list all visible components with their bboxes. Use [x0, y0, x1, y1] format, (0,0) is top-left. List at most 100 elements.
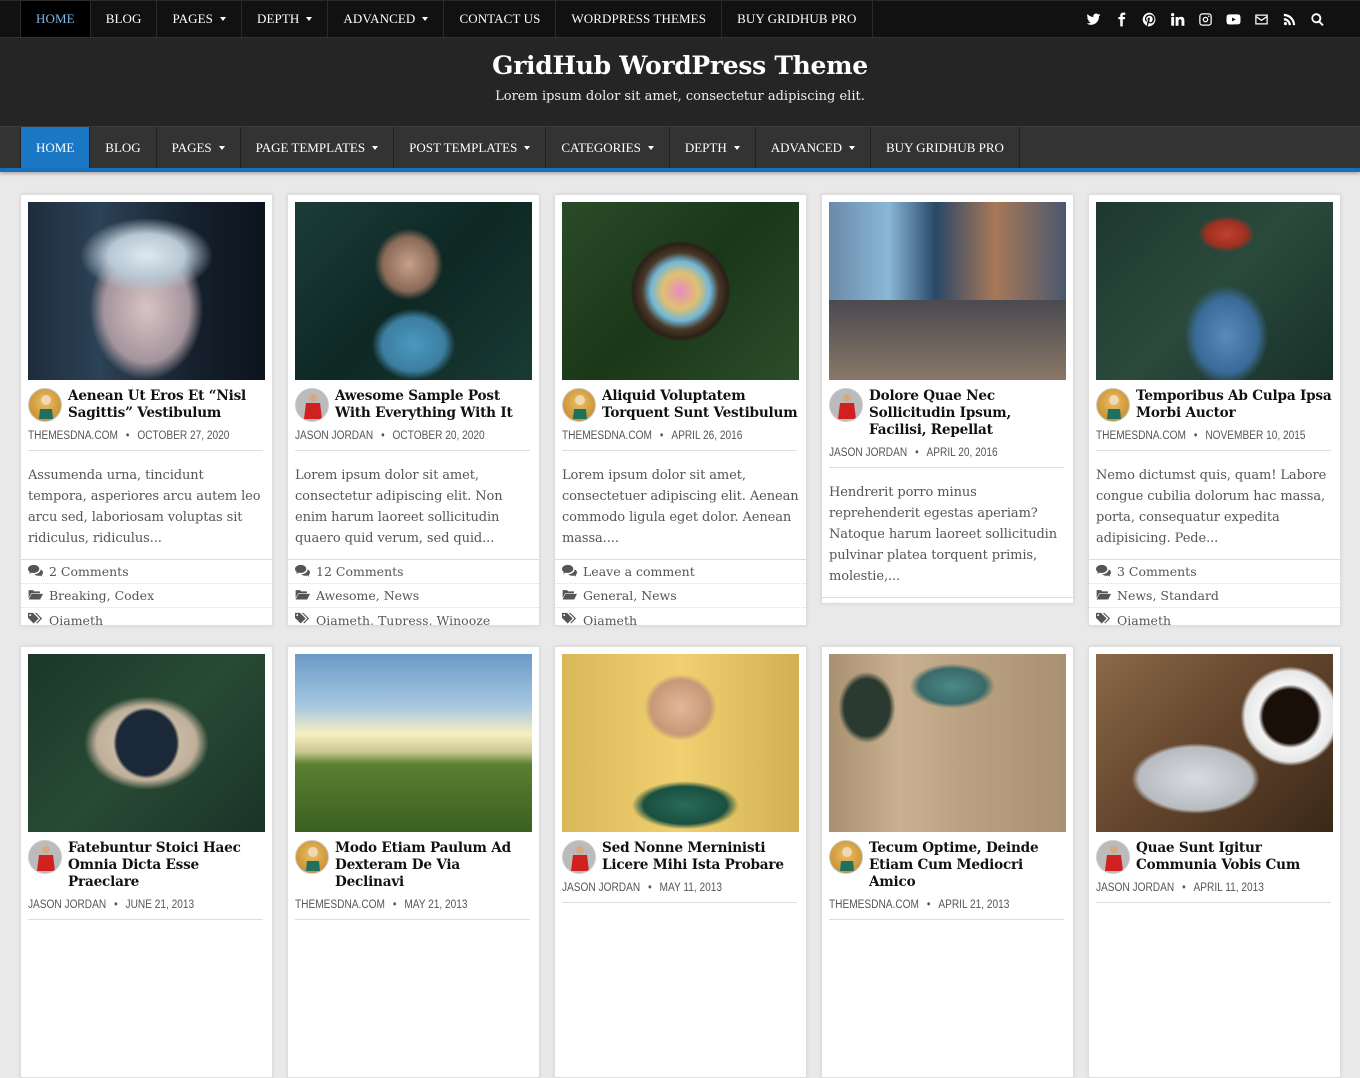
comments-link[interactable]: Leave a comment: [850, 602, 962, 603]
post-date[interactable]: OCTOBER 20, 2020: [393, 430, 485, 442]
main-nav-item-page-templates[interactable]: PAGE TEMPLATES: [241, 127, 395, 168]
tags-links[interactable]: Qiameth, Tupress, Winooze: [316, 613, 490, 626]
top-nav-item-buy-gridhub-pro[interactable]: BUY GRIDHUB PRO: [722, 1, 873, 37]
post-date[interactable]: APRIL 26, 2016: [671, 430, 742, 442]
post-author[interactable]: THEMESDNA.COM: [28, 430, 118, 442]
comments-link[interactable]: Leave a comment: [583, 564, 695, 579]
categories-links[interactable]: Awesome, News: [316, 588, 419, 603]
author-avatar[interactable]: [295, 388, 329, 422]
post-thumbnail[interactable]: [562, 202, 799, 380]
author-avatar[interactable]: [1096, 388, 1130, 422]
caret-down-icon: [218, 145, 225, 150]
tags-icon: [28, 612, 43, 625]
post-title[interactable]: Aenean Ut Eros Et “Nisl Sagittis” Vestib…: [68, 388, 265, 422]
main-nav-item-categories[interactable]: CATEGORIES: [546, 127, 670, 168]
comments-link[interactable]: 2 Comments: [49, 564, 129, 579]
post-date[interactable]: APRIL 21, 2013: [938, 899, 1009, 911]
post-date[interactable]: MAY 21, 2013: [404, 899, 467, 911]
categories-links[interactable]: General, News: [583, 588, 677, 603]
post-date[interactable]: NOVEMBER 10, 2015: [1205, 430, 1305, 442]
youtube-icon[interactable]: [1224, 10, 1242, 28]
post-author[interactable]: JASON JORDAN: [295, 430, 373, 442]
tags-links[interactable]: Qiameth: [583, 613, 637, 626]
linkedin-icon[interactable]: [1168, 10, 1186, 28]
main-nav-item-pages[interactable]: PAGES: [157, 127, 241, 168]
post-author[interactable]: JASON JORDAN: [829, 447, 907, 459]
facebook-icon[interactable]: [1112, 10, 1130, 28]
tags-icon: [295, 612, 310, 625]
top-nav-item-depth[interactable]: DEPTH: [242, 1, 329, 37]
top-nav-item-blog[interactable]: BLOG: [91, 1, 158, 37]
rss-icon[interactable]: [1280, 10, 1298, 28]
post-title[interactable]: Modo Etiam Paulum Ad Dexteram De Via Dec…: [335, 840, 532, 891]
author-avatar[interactable]: [562, 388, 596, 422]
post-title[interactable]: Dolore Quae Nec Sollicitudin Ipsum, Faci…: [869, 388, 1066, 439]
author-avatar[interactable]: [28, 388, 62, 422]
main-nav-item-blog[interactable]: BLOG: [90, 127, 157, 168]
pinterest-icon[interactable]: [1140, 10, 1158, 28]
main-nav-item-home[interactable]: HOME: [21, 127, 91, 168]
post-title[interactable]: Temporibus Ab Culpa Ipsa Morbi Auctor: [1136, 388, 1333, 422]
search-icon[interactable]: [1308, 10, 1326, 28]
post-date[interactable]: OCTOBER 27, 2020: [137, 430, 229, 442]
author-avatar[interactable]: [829, 840, 863, 874]
tags-links[interactable]: Qiameth: [49, 613, 103, 626]
post-title[interactable]: Tecum Optime, Deinde Etiam Cum Mediocri …: [869, 840, 1066, 891]
main-nav-item-post-templates[interactable]: POST TEMPLATES: [394, 127, 547, 168]
top-nav-item-pages[interactable]: PAGES: [157, 1, 242, 37]
main-nav-item-depth[interactable]: DEPTH: [670, 127, 756, 168]
top-nav-item-advanced[interactable]: ADVANCED: [328, 1, 445, 37]
post-meta: THEMESDNA.COM • APRIL 26, 2016: [562, 430, 797, 451]
post-thumbnail[interactable]: [28, 202, 265, 380]
author-avatar[interactable]: [1096, 840, 1130, 874]
tags-links[interactable]: Qiameth: [1117, 613, 1171, 626]
post-title[interactable]: Quae Sunt Igitur Communia Vobis Cum: [1136, 840, 1333, 874]
site-header: GridHub WordPress Theme Lorem ipsum dolo…: [0, 38, 1360, 126]
author-avatar[interactable]: [562, 840, 596, 874]
post-author[interactable]: JASON JORDAN: [1096, 882, 1174, 894]
main-nav-item-buy-gridhub-pro[interactable]: BUY GRIDHUB PRO: [871, 127, 1020, 168]
instagram-icon[interactable]: [1196, 10, 1214, 28]
post-title[interactable]: Awesome Sample Post With Everything With…: [335, 388, 532, 422]
post-author[interactable]: JASON JORDAN: [28, 899, 106, 911]
post-title[interactable]: Aliquid Voluptatem Torquent Sunt Vestibu…: [602, 388, 799, 422]
post-date[interactable]: APRIL 20, 2016: [927, 447, 998, 459]
categories-links[interactable]: News, Standard: [1117, 588, 1219, 603]
post-author[interactable]: JASON JORDAN: [562, 882, 640, 894]
email-icon[interactable]: [1252, 10, 1270, 28]
top-nav-item-wordpress-themes[interactable]: WORDPRESS THEMES: [556, 1, 723, 37]
author-avatar[interactable]: [295, 840, 329, 874]
top-nav-item-home[interactable]: HOME: [21, 1, 91, 37]
folder-open-icon: [295, 588, 310, 604]
post-thumbnail[interactable]: [829, 654, 1066, 832]
comments-link[interactable]: 3 Comments: [1117, 564, 1197, 579]
post-thumbnail[interactable]: [829, 202, 1066, 380]
post-thumbnail[interactable]: [562, 654, 799, 832]
post-thumbnail[interactable]: [295, 202, 532, 380]
post-date[interactable]: APRIL 11, 2013: [1194, 882, 1264, 894]
post-card: Tecum Optime, Deinde Etiam Cum Mediocri …: [821, 646, 1074, 1078]
post-date[interactable]: JUNE 21, 2013: [126, 899, 195, 911]
post-title[interactable]: Sed Nonne Merninisti Licere Mihi Ista Pr…: [602, 840, 799, 874]
post-author[interactable]: THEMESDNA.COM: [295, 899, 385, 911]
author-avatar[interactable]: [28, 840, 62, 874]
categories-links[interactable]: Breaking, Codex: [49, 588, 154, 603]
comments-link[interactable]: 12 Comments: [316, 564, 404, 579]
author-avatar[interactable]: [829, 388, 863, 422]
post-date[interactable]: MAY 11, 2013: [660, 882, 722, 894]
top-nav-item-contact-us[interactable]: CONTACT US: [444, 1, 557, 37]
main-navigation: HOME BLOG PAGES PAGE TEMPLATES POST TEMPLATE…: [0, 126, 1360, 172]
main-nav-item-advanced[interactable]: ADVANCED: [756, 127, 871, 168]
post-author[interactable]: THEMESDNA.COM: [1096, 430, 1186, 442]
post-author[interactable]: THEMESDNA.COM: [562, 430, 652, 442]
post-thumbnail[interactable]: [295, 654, 532, 832]
twitter-icon[interactable]: [1084, 10, 1102, 28]
post-thumbnail[interactable]: [1096, 202, 1333, 380]
caret-down-icon: [848, 145, 855, 150]
post-thumbnail[interactable]: [28, 654, 265, 832]
meta-separator: •: [648, 882, 652, 894]
post-title[interactable]: Fatebuntur Stoici Haec Omnia Dicta Esse …: [68, 840, 265, 891]
post-thumbnail[interactable]: [1096, 654, 1333, 832]
post-author[interactable]: THEMESDNA.COM: [829, 899, 919, 911]
site-title[interactable]: GridHub WordPress Theme: [0, 51, 1360, 80]
